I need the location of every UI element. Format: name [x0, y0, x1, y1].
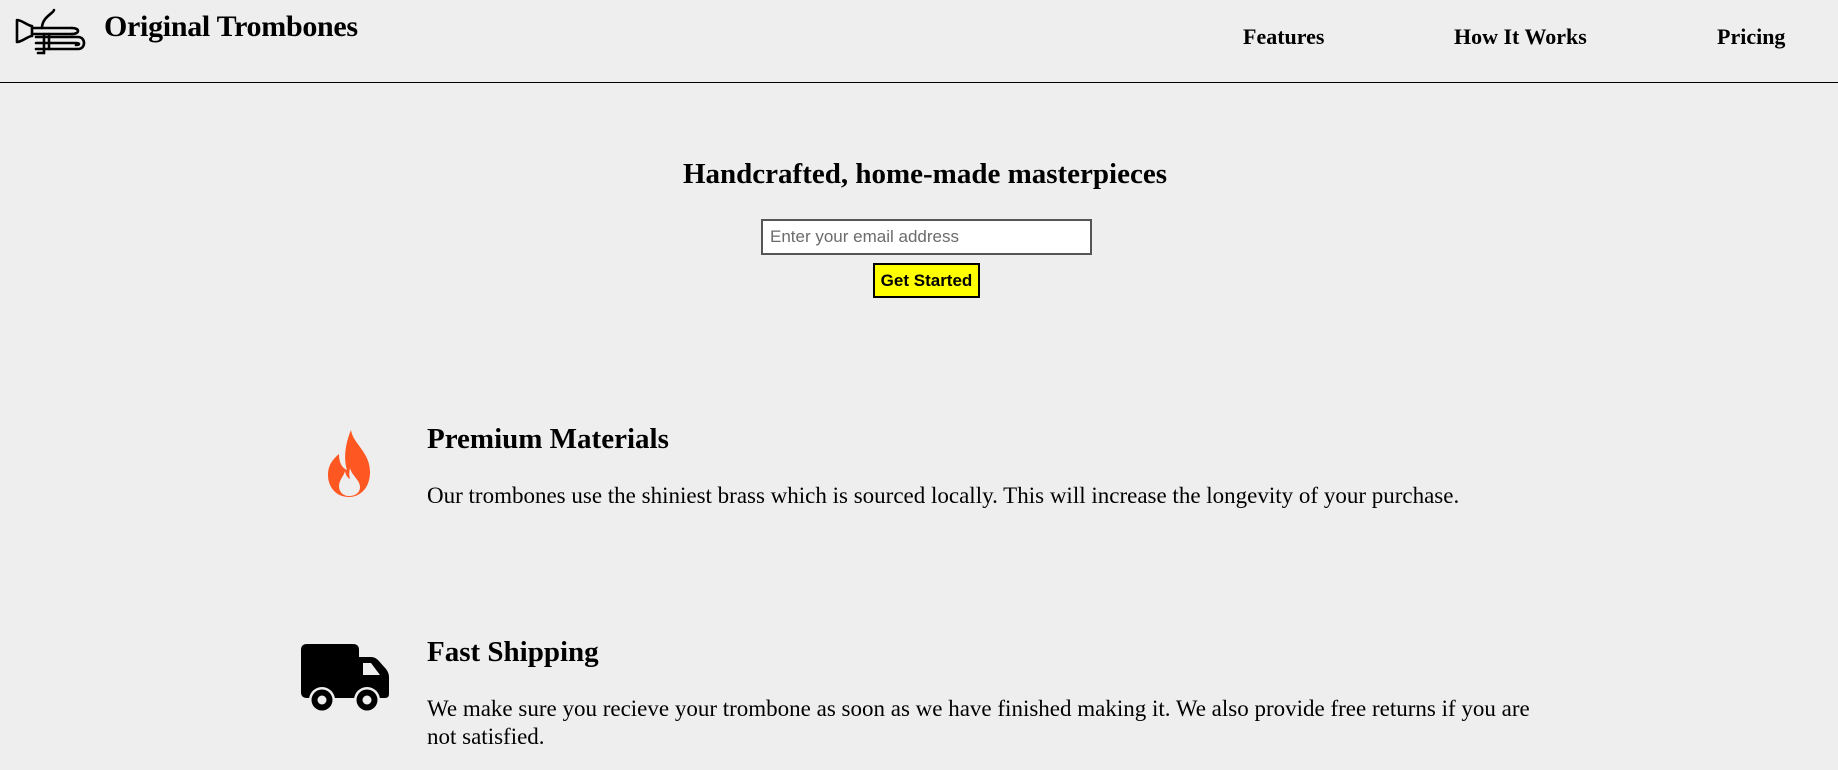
feature-description-fast-shipping: We make sure you recieve your trombone a… [427, 696, 1530, 749]
hero-title: Handcrafted, home-made masterpieces [682, 158, 1168, 190]
feature-title-premium-materials: Premium Materials [427, 423, 669, 455]
nav-link-pricing[interactable]: Pricing [1717, 24, 1785, 50]
brand-name: Original Trombones [104, 10, 358, 43]
get-started-button[interactable]: Get Started [873, 263, 980, 298]
truck-icon [301, 644, 389, 713]
header: Original Trombones Features How It Works… [0, 0, 1838, 83]
feature-description-premium-materials: Our trombones use the shiniest brass whi… [427, 483, 1460, 508]
feature-title-fast-shipping: Fast Shipping [427, 636, 599, 668]
email-input[interactable] [761, 219, 1092, 255]
hero-section: Handcrafted, home-made masterpieces [0, 158, 1838, 191]
nav-link-features[interactable]: Features [1243, 24, 1324, 50]
logo[interactable]: Original Trombones [14, 7, 358, 57]
nav-link-how-it-works[interactable]: How It Works [1454, 24, 1587, 50]
trombone-icon [15, 8, 86, 55]
flame-icon [328, 430, 370, 497]
